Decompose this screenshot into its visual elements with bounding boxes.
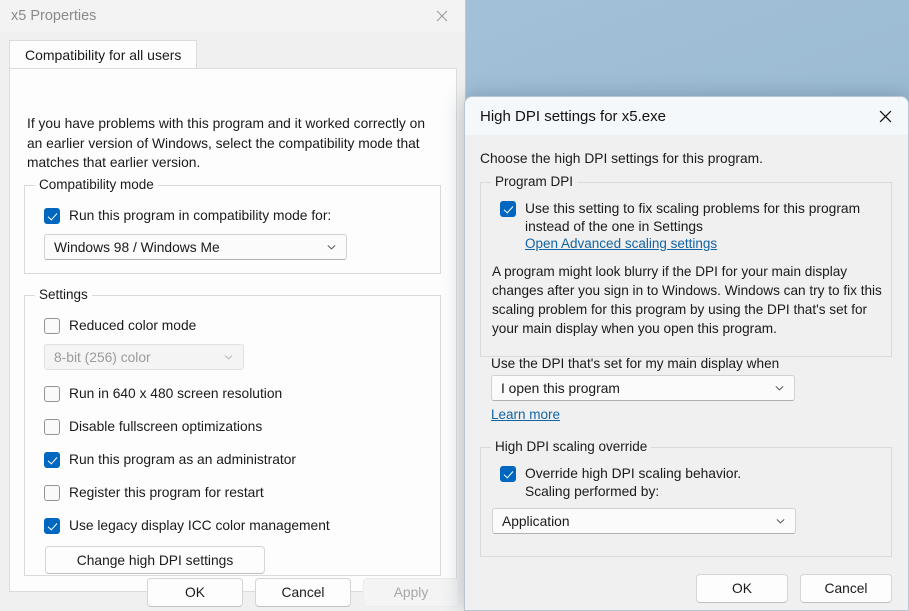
color-depth-dropdown-value: 8-bit (256) color xyxy=(54,349,151,365)
run-640x480-label: Run in 640 x 480 screen resolution xyxy=(69,386,283,401)
properties-body: Compatibility for all users If you have … xyxy=(0,32,466,611)
compatibility-mode-legend: Compatibility mode xyxy=(35,177,158,192)
disable-fullscreen-optimizations-checkbox[interactable] xyxy=(44,419,60,435)
dpi-cancel-button[interactable]: Cancel xyxy=(800,574,892,603)
run-compatibility-mode-label: Run this program in compatibility mode f… xyxy=(69,208,332,223)
override-scaling-checkbox[interactable] xyxy=(500,466,516,482)
program-dpi-group: Program DPI Use this setting to fix scal… xyxy=(480,174,892,357)
scaling-performed-by-dropdown[interactable]: Application xyxy=(492,508,796,534)
reduced-color-mode-checkbox[interactable] xyxy=(44,318,60,334)
change-high-dpi-settings-button[interactable]: Change high DPI settings xyxy=(45,546,265,574)
run-640x480-checkbox[interactable] xyxy=(44,386,60,402)
dpi-body: Choose the high DPI settings for this pr… xyxy=(465,135,908,610)
register-for-restart-checkbox-row[interactable]: Register this program for restart xyxy=(44,484,264,501)
tab-panel: If you have problems with this program a… xyxy=(9,68,457,592)
open-advanced-scaling-settings-link[interactable]: Open Advanced scaling settings xyxy=(525,236,717,251)
properties-ok-button[interactable]: OK xyxy=(147,578,243,607)
override-scaling-checkbox-row[interactable]: Override high DPI scaling behavior. Scal… xyxy=(500,465,860,501)
run-compatibility-mode-checkbox[interactable] xyxy=(44,208,60,224)
settings-group: Settings Reduced color mode 8-bit (256) … xyxy=(24,287,441,576)
disable-fullscreen-optimizations-checkbox-row[interactable]: Disable fullscreen optimizations xyxy=(44,418,262,435)
run-640x480-checkbox-row[interactable]: Run in 640 x 480 screen resolution xyxy=(44,385,282,402)
properties-titlebar: x5 Properties xyxy=(0,0,465,32)
run-as-administrator-label: Run this program as an administrator xyxy=(69,452,296,467)
chevron-down-icon xyxy=(326,242,337,253)
compatibility-intro-text: If you have problems with this program a… xyxy=(27,116,425,170)
change-high-dpi-settings-label: Change high DPI settings xyxy=(76,552,234,568)
program-dpi-description: A program might look blurry if the DPI f… xyxy=(492,264,882,336)
run-compatibility-mode-checkbox-row[interactable]: Run this program in compatibility mode f… xyxy=(44,207,331,224)
tab-label: Compatibility for all users xyxy=(25,47,182,63)
settings-legend: Settings xyxy=(35,287,92,302)
dpi-intro-text: Choose the high DPI settings for this pr… xyxy=(480,151,763,166)
register-for-restart-label: Register this program for restart xyxy=(69,485,264,500)
properties-cancel-label: Cancel xyxy=(281,585,325,600)
dpi-titlebar: High DPI settings for x5.exe xyxy=(465,97,908,135)
scaling-performed-by-value: Application xyxy=(502,513,570,529)
compatibility-mode-dropdown-value: Windows 98 / Windows Me xyxy=(54,239,220,255)
dpi-cancel-label: Cancel xyxy=(824,581,868,596)
color-depth-dropdown[interactable]: 8-bit (256) color xyxy=(44,344,244,370)
scaling-override-legend: High DPI scaling override xyxy=(491,439,652,454)
program-dpi-legend: Program DPI xyxy=(491,174,578,189)
compatibility-mode-group: Compatibility mode Run this program in c… xyxy=(24,177,441,274)
legacy-icc-color-label: Use legacy display ICC color management xyxy=(69,518,330,533)
tab-strip: Compatibility for all users xyxy=(9,40,457,69)
use-this-setting-checkbox[interactable] xyxy=(500,201,516,217)
compatibility-mode-dropdown[interactable]: Windows 98 / Windows Me xyxy=(44,234,347,260)
override-scaling-label-line1: Override high DPI scaling behavior. xyxy=(525,466,742,481)
register-for-restart-checkbox[interactable] xyxy=(44,485,60,501)
reduced-color-mode-checkbox-row[interactable]: Reduced color mode xyxy=(44,317,196,334)
chevron-down-icon xyxy=(774,383,785,394)
properties-ok-label: OK xyxy=(185,585,205,600)
high-dpi-scaling-override-group: High DPI scaling override Override high … xyxy=(480,439,892,557)
reduced-color-mode-label: Reduced color mode xyxy=(69,318,197,333)
chevron-down-icon xyxy=(775,516,786,527)
dpi-source-dropdown[interactable]: I open this program xyxy=(491,375,795,401)
properties-apply-button[interactable]: Apply xyxy=(363,578,459,607)
properties-window: x5 Properties Compatibility for all user… xyxy=(0,0,466,611)
close-icon[interactable] xyxy=(862,98,908,135)
chevron-down-icon xyxy=(223,352,234,363)
close-icon[interactable] xyxy=(419,1,465,32)
use-this-setting-checkbox-row[interactable]: Use this setting to fix scaling problems… xyxy=(500,200,875,236)
learn-more-link[interactable]: Learn more xyxy=(491,407,560,422)
properties-cancel-button[interactable]: Cancel xyxy=(255,578,351,607)
high-dpi-settings-dialog: High DPI settings for x5.exe Choose the … xyxy=(464,96,909,611)
dpi-source-dropdown-value: I open this program xyxy=(501,380,620,396)
properties-apply-label: Apply xyxy=(393,585,429,600)
run-as-administrator-checkbox[interactable] xyxy=(44,452,60,468)
use-this-setting-label: Use this setting to fix scaling problems… xyxy=(525,201,861,234)
disable-fullscreen-optimizations-label: Disable fullscreen optimizations xyxy=(69,419,263,434)
dpi-ok-button[interactable]: OK xyxy=(696,574,788,603)
override-scaling-label-line2: Scaling performed by: xyxy=(525,484,660,499)
properties-window-title: x5 Properties xyxy=(11,8,97,24)
legacy-icc-color-checkbox[interactable] xyxy=(44,518,60,534)
dpi-window-title: High DPI settings for x5.exe xyxy=(480,107,666,125)
screen-root: x5 Properties Compatibility for all user… xyxy=(0,0,909,611)
dpi-source-label: Use the DPI that's set for my main displ… xyxy=(491,356,780,371)
legacy-icc-color-checkbox-row[interactable]: Use legacy display ICC color management xyxy=(44,517,330,534)
run-as-administrator-checkbox-row[interactable]: Run this program as an administrator xyxy=(44,451,296,468)
dpi-ok-label: OK xyxy=(732,581,752,596)
tab-compatibility-for-all-users[interactable]: Compatibility for all users xyxy=(9,40,198,69)
